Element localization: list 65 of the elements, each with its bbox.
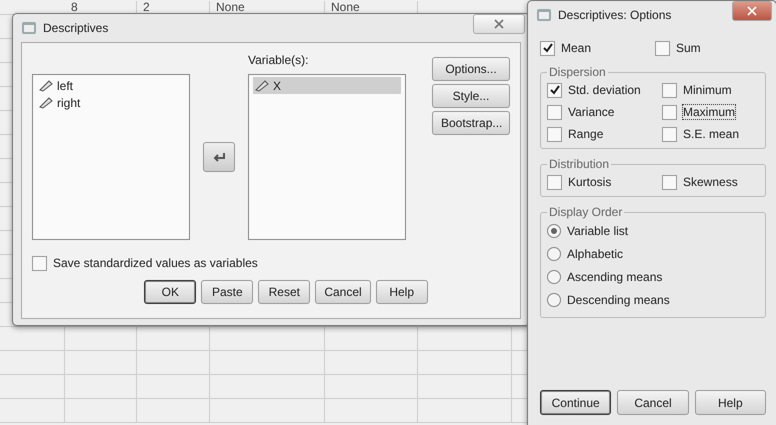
- checkbox-label: Range: [568, 127, 604, 141]
- checkbox-label: Maximum: [683, 105, 736, 119]
- dialog-button[interactable]: Cancel: [315, 280, 371, 304]
- checkbox-label: Std. deviation: [568, 83, 641, 97]
- dialog-button[interactable]: Continue: [540, 390, 612, 415]
- radio-button[interactable]: [547, 292, 561, 306]
- ruler-icon: [39, 96, 53, 108]
- radio-button[interactable]: [547, 224, 561, 238]
- radio-label: Alphabetic: [567, 246, 624, 260]
- dialog-button[interactable]: Style...: [432, 84, 510, 108]
- window-title: Descriptives: [43, 21, 110, 35]
- close-icon: [747, 6, 757, 16]
- dialog-button[interactable]: Paste: [201, 280, 254, 304]
- radio-button[interactable]: [547, 246, 561, 260]
- checkbox[interactable]: [662, 174, 677, 190]
- app-icon: [536, 7, 552, 23]
- checkbox[interactable]: [547, 104, 562, 120]
- sheet-cell-text: None: [216, 0, 245, 14]
- checkbox[interactable]: [547, 126, 562, 142]
- radio-button[interactable]: [547, 270, 561, 284]
- dialog-button[interactable]: Reset: [258, 280, 310, 304]
- checkbox-label: Kurtosis: [568, 175, 612, 189]
- group-title: Distribution: [548, 157, 610, 171]
- radio-label: Ascending means: [567, 270, 662, 284]
- ruler-icon: [39, 80, 53, 92]
- group-title: Display Order: [548, 205, 624, 219]
- window-title: Descriptives: Options: [558, 8, 672, 22]
- checkbox[interactable]: [547, 174, 562, 190]
- checkbox-label: Sum: [676, 41, 701, 55]
- checkbox[interactable]: [540, 40, 555, 56]
- close-button[interactable]: [732, 1, 772, 21]
- checkbox[interactable]: [655, 40, 670, 56]
- close-icon: [494, 19, 504, 29]
- close-button[interactable]: [473, 14, 525, 34]
- checkbox[interactable]: [662, 104, 677, 120]
- checkbox-label: Mean: [561, 41, 592, 55]
- radio-label: Variable list: [567, 224, 628, 238]
- checkbox[interactable]: [32, 256, 47, 270]
- radio-label: Descending means: [567, 292, 670, 306]
- group-title: Dispersion: [548, 65, 607, 79]
- ruler-icon: [255, 80, 269, 92]
- dialog-button[interactable]: Cancel: [617, 390, 689, 415]
- checkbox[interactable]: [547, 82, 562, 98]
- return-arrow-icon: [212, 152, 226, 162]
- variable-item[interactable]: X: [253, 77, 401, 94]
- dialog-button[interactable]: OK: [144, 280, 196, 304]
- variable-item[interactable]: right: [37, 94, 185, 111]
- variables-label: Variable(s):: [248, 53, 310, 68]
- sheet-cell-text: 2: [143, 0, 150, 14]
- app-icon: [21, 20, 37, 36]
- sheet-cell-text: None: [331, 0, 360, 14]
- variable-item[interactable]: left: [37, 77, 185, 94]
- checkbox-label: Variance: [568, 105, 614, 119]
- dialog-button[interactable]: Help: [376, 280, 428, 304]
- checkbox-label: S.E. mean: [683, 127, 740, 141]
- dialog-button[interactable]: Options...: [432, 57, 510, 81]
- checkbox-label: Minimum: [683, 83, 732, 97]
- checkbox-label: Skewness: [683, 175, 738, 189]
- dialog-button[interactable]: Bootstrap...: [432, 111, 510, 135]
- dialog-button[interactable]: Help: [694, 390, 766, 415]
- checkbox[interactable]: [662, 126, 677, 142]
- move-variable-button[interactable]: [203, 142, 235, 172]
- sheet-cell-text: 8: [71, 0, 78, 14]
- checkbox-label: Save standardized values as variables: [53, 256, 258, 270]
- checkbox[interactable]: [662, 82, 677, 98]
